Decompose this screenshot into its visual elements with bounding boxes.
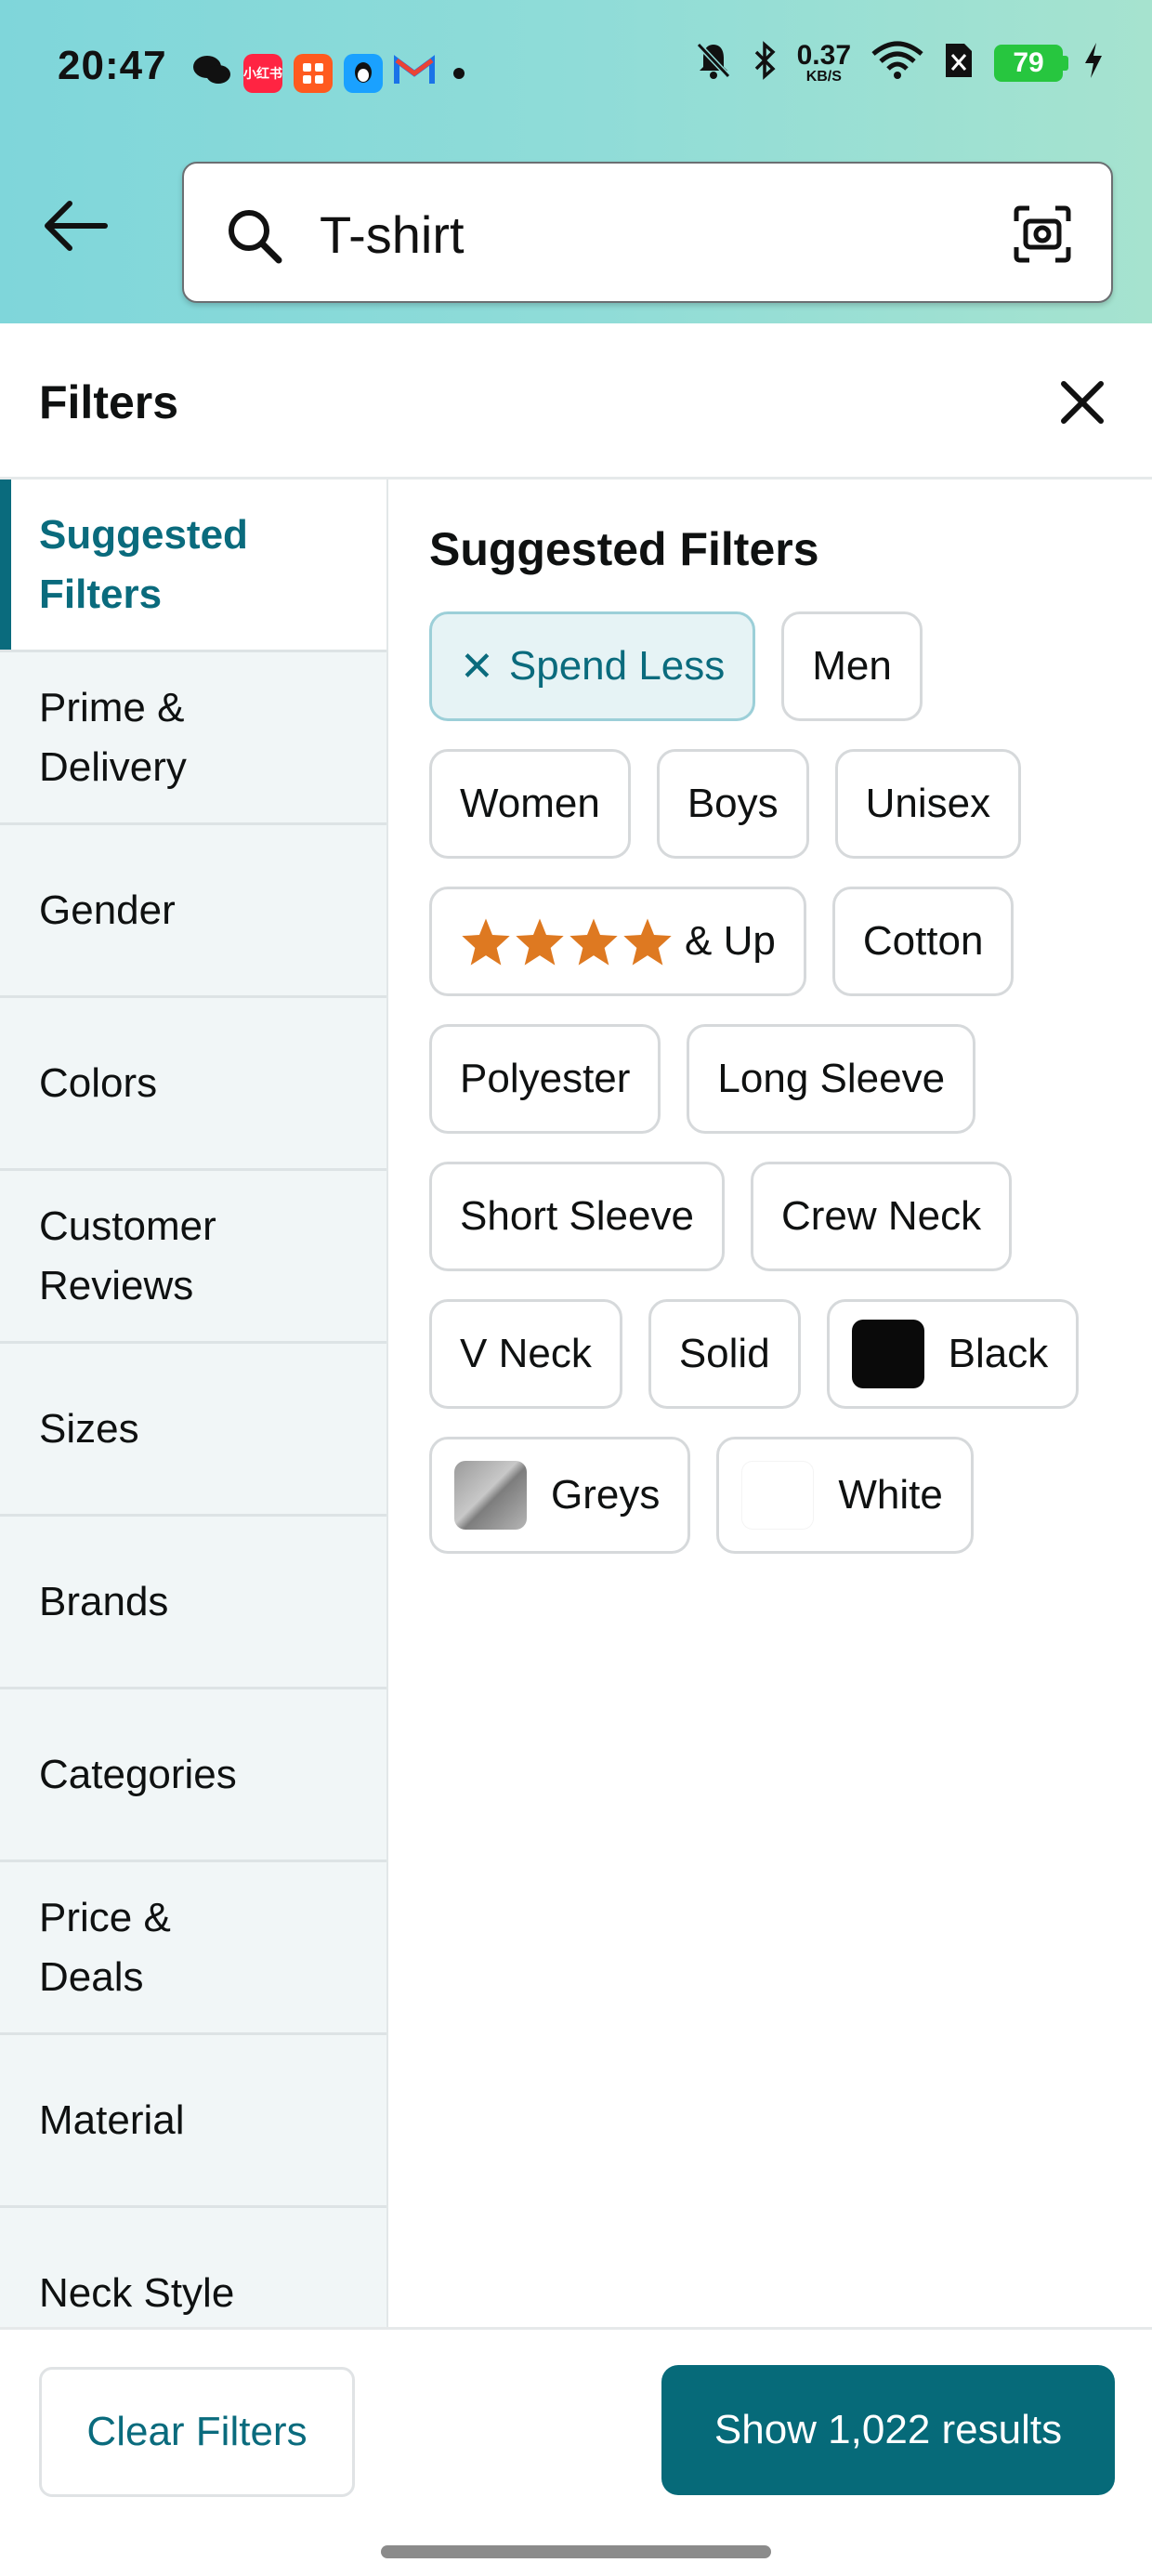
chip-men[interactable]: Men — [781, 611, 923, 721]
sidebar-item-label: Customer Reviews — [39, 1203, 216, 1308]
charging-icon — [1083, 41, 1104, 85]
chip-spend-less[interactable]: ✕ Spend Less — [429, 611, 756, 721]
sim-disabled-icon — [944, 42, 974, 84]
sidebar-item-neck-style[interactable]: Neck Style — [0, 2208, 386, 2327]
chip-label: White — [838, 1472, 943, 1518]
system-icons: 0.37 KB/S 79 — [695, 41, 1104, 85]
chip-label: Cotton — [862, 918, 984, 964]
sidebar-item-label: Sizes — [39, 1405, 139, 1452]
status-bar: 20:47 小红书 0.37 KB/S 79 — [0, 0, 1152, 139]
filter-category-sidebar: Suggested Filters Prime & Delivery Gende… — [0, 480, 388, 2327]
bluetooth-icon — [753, 41, 777, 85]
more-notifications-dot — [453, 67, 465, 79]
white-swatch — [741, 1461, 815, 1530]
close-icon — [1058, 378, 1106, 431]
network-speed: 0.37 KB/S — [796, 39, 851, 85]
chip-cotton[interactable]: Cotton — [831, 887, 1015, 996]
chip-label: Men — [812, 643, 892, 689]
sidebar-item-label: Material — [39, 2096, 185, 2143]
chip-label: Spend Less — [508, 643, 726, 689]
chip-boys[interactable]: Boys — [656, 749, 809, 859]
sidebar-item-label: Price & Deals — [39, 1894, 171, 2000]
sidebar-item-material[interactable]: Material — [0, 2035, 386, 2208]
star-rating — [460, 916, 674, 966]
status-time: 20:47 — [58, 43, 167, 88]
search-input[interactable]: T-shirt — [182, 162, 1113, 303]
filters-title: Filters — [39, 376, 179, 428]
remove-icon: ✕ — [460, 643, 494, 690]
sidebar-item-label: Categories — [39, 1751, 237, 1797]
sidebar-item-categories[interactable]: Categories — [0, 1689, 386, 1862]
star-icon — [516, 918, 564, 966]
chip-polyester[interactable]: Polyester — [429, 1024, 661, 1134]
chip-label: Solid — [678, 1331, 770, 1376]
greys-swatch — [454, 1461, 527, 1530]
clear-filters-button[interactable]: Clear Filters — [39, 2367, 355, 2497]
taobao-icon — [294, 53, 333, 93]
sidebar-item-gender[interactable]: Gender — [0, 825, 386, 998]
wechat-icon — [191, 52, 232, 94]
gmail-icon — [394, 55, 435, 91]
chip-label: Women — [460, 781, 600, 826]
back-arrow-icon — [42, 200, 109, 256]
chip-label: Black — [948, 1331, 1049, 1376]
xiaohongshu-icon: 小红书 — [243, 53, 282, 93]
chip-rating-4-up[interactable]: & Up — [429, 887, 806, 996]
sidebar-item-label: Gender — [39, 887, 176, 933]
sidebar-item-brands[interactable]: Brands — [0, 1517, 386, 1689]
mute-bell-icon — [695, 41, 732, 85]
star-icon — [623, 918, 672, 966]
chip-label: Short Sleeve — [460, 1193, 694, 1239]
chip-short-sleeve[interactable]: Short Sleeve — [429, 1162, 725, 1271]
star-icon — [462, 918, 510, 966]
chip-v-neck[interactable]: V Neck — [429, 1299, 622, 1409]
black-swatch — [851, 1320, 924, 1388]
chip-black[interactable]: Black — [826, 1299, 1080, 1409]
chip-crew-neck[interactable]: Crew Neck — [750, 1162, 1013, 1271]
chip-greys[interactable]: Greys — [429, 1437, 691, 1554]
back-button[interactable] — [33, 186, 117, 269]
filter-chip-group: ✕ Spend Less Men Women Boys Unisex & Up … — [429, 611, 1117, 1582]
sidebar-item-label: Suggested Filters — [39, 511, 248, 617]
suggested-filters-panel: Suggested Filters ✕ Spend Less Men Women… — [390, 480, 1152, 2327]
sidebar-item-sizes[interactable]: Sizes — [0, 1344, 386, 1517]
star-icon — [569, 918, 618, 966]
wifi-icon — [871, 41, 923, 85]
close-filters-button[interactable] — [1041, 362, 1124, 446]
camera-search-icon[interactable] — [1011, 203, 1074, 270]
chip-solid[interactable]: Solid — [648, 1299, 801, 1409]
filters-header: Filters — [0, 323, 1152, 480]
chip-label: Greys — [551, 1472, 661, 1518]
sidebar-item-price-deals[interactable]: Price & Deals — [0, 1862, 386, 2035]
sidebar-item-prime-delivery[interactable]: Prime & Delivery — [0, 652, 386, 825]
sidebar-item-label: Neck Style — [39, 2269, 235, 2316]
chip-label: & Up — [685, 918, 776, 964]
chip-label: Crew Neck — [780, 1193, 982, 1239]
chip-label: Polyester — [460, 1056, 631, 1101]
qq-icon — [344, 53, 383, 93]
chip-label: Long Sleeve — [717, 1056, 946, 1101]
battery-indicator: 79 — [994, 44, 1068, 82]
filter-footer: Clear Filters Show 1,022 results — [0, 2327, 1152, 2576]
chip-white[interactable]: White — [716, 1437, 974, 1554]
sidebar-item-label: Brands — [39, 1578, 169, 1624]
sidebar-item-suggested-filters[interactable]: Suggested Filters — [0, 480, 386, 652]
home-indicator[interactable] — [381, 2545, 771, 2558]
chip-label: Boys — [687, 781, 779, 826]
chip-label: Unisex — [865, 781, 991, 826]
search-icon — [225, 206, 284, 270]
sidebar-item-label: Colors — [39, 1059, 158, 1106]
panel-heading: Suggested Filters — [429, 523, 819, 575]
chip-long-sleeve[interactable]: Long Sleeve — [687, 1024, 976, 1134]
search-query: T-shirt — [320, 205, 465, 264]
sidebar-item-colors[interactable]: Colors — [0, 998, 386, 1171]
sidebar-item-label: Prime & Delivery — [39, 684, 187, 790]
chip-women[interactable]: Women — [429, 749, 631, 859]
notification-icons: 小红书 — [191, 52, 465, 94]
sidebar-item-customer-reviews[interactable]: Customer Reviews — [0, 1171, 386, 1344]
chip-label: V Neck — [460, 1331, 592, 1376]
chip-unisex[interactable]: Unisex — [834, 749, 1022, 859]
show-results-button[interactable]: Show 1,022 results — [661, 2365, 1115, 2495]
